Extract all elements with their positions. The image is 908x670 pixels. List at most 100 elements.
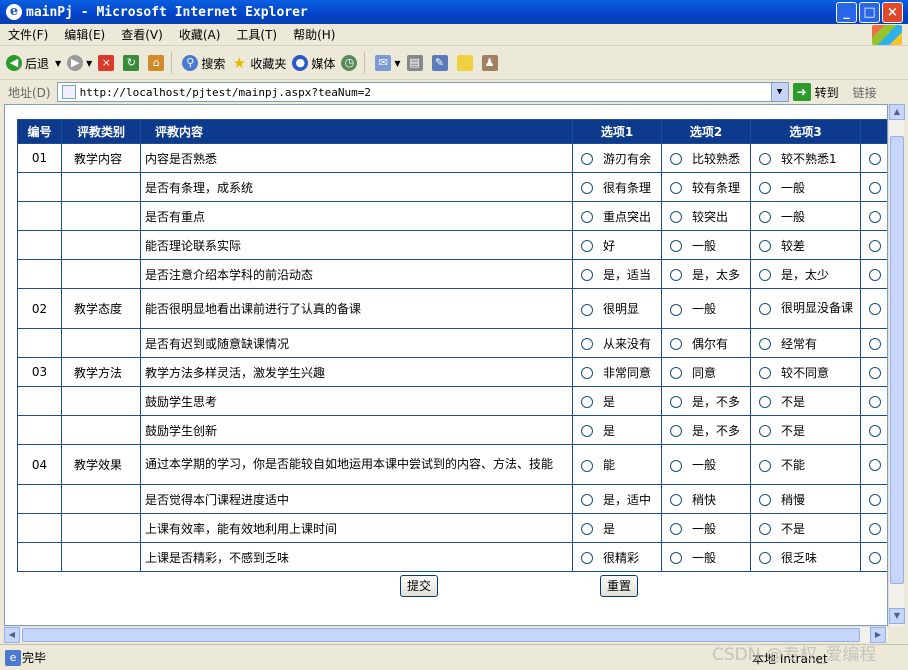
radio-button[interactable] [670, 240, 682, 252]
option-cell: 一般 [750, 172, 861, 202]
option-label: 是 [603, 423, 616, 438]
go-button[interactable]: ➜ 转到 [792, 83, 839, 101]
radio-button[interactable] [759, 459, 771, 472]
radio-button[interactable] [869, 493, 881, 506]
radio-button[interactable] [581, 269, 593, 281]
history-button[interactable]: ◷ [341, 55, 360, 71]
radio-button[interactable] [581, 459, 593, 472]
back-arrow-icon: ◀ [6, 55, 22, 71]
minimize-button[interactable]: _ [836, 2, 857, 23]
stop-button[interactable]: × [98, 55, 117, 71]
radio-button[interactable] [759, 552, 771, 564]
radio-button[interactable] [759, 367, 771, 379]
discuss-button[interactable] [456, 55, 476, 71]
radio-button[interactable] [759, 211, 771, 223]
radio-button[interactable] [759, 338, 771, 350]
menu-view[interactable]: 查看(V) [113, 26, 171, 43]
radio-button[interactable] [869, 268, 881, 281]
radio-button[interactable] [670, 153, 682, 165]
radio-button[interactable] [581, 552, 593, 564]
radio-button[interactable] [581, 240, 593, 252]
radio-button[interactable] [759, 494, 771, 506]
radio-button[interactable] [759, 396, 771, 408]
radio-button[interactable] [869, 337, 881, 350]
media-button[interactable]: ● 媒体 [292, 55, 335, 72]
radio-button[interactable] [869, 424, 881, 437]
menu-favorites[interactable]: 收藏(A) [171, 26, 229, 43]
header-category: 评教类别 [61, 119, 141, 144]
forward-button[interactable]: ▶ ▼ [67, 55, 92, 71]
radio-button[interactable] [670, 494, 682, 506]
radio-button[interactable] [670, 523, 682, 535]
back-button[interactable]: ◀ 后退 ▼ [6, 55, 61, 72]
scroll-down-icon[interactable]: ▼ [889, 608, 905, 624]
radio-button[interactable] [581, 425, 593, 437]
menu-help[interactable]: 帮助(H) [285, 26, 343, 43]
favorites-button[interactable]: ★ 收藏夹 [231, 55, 287, 72]
radio-button[interactable] [759, 182, 771, 194]
radio-button[interactable] [670, 182, 682, 194]
radio-button[interactable] [670, 211, 682, 223]
option-label: 很有条理 [603, 180, 652, 195]
radio-button[interactable] [869, 395, 881, 408]
radio-button[interactable] [869, 210, 881, 223]
print-button[interactable]: ▤ [406, 55, 426, 71]
radio-button[interactable] [869, 152, 881, 165]
radio-button[interactable] [670, 367, 682, 379]
menu-tools[interactable]: 工具(T) [228, 26, 285, 43]
close-button[interactable]: × [882, 2, 903, 23]
reset-button[interactable]: 重置 [600, 575, 638, 597]
row-category: 教学效果 [61, 444, 141, 485]
maximize-button[interactable]: □ [859, 2, 880, 23]
radio-button[interactable] [581, 338, 593, 350]
radio-button[interactable] [869, 239, 881, 252]
radio-button[interactable] [581, 367, 593, 379]
scroll-left-icon[interactable]: ◀ [4, 627, 20, 643]
option-label: 是，不多 [692, 394, 741, 409]
radio-button[interactable] [581, 523, 593, 535]
radio-button[interactable] [869, 459, 881, 471]
radio-button[interactable] [869, 551, 881, 564]
radio-button[interactable] [759, 240, 771, 252]
messenger-button[interactable]: ♟ [481, 55, 501, 71]
address-input[interactable]: http://localhost/pjtest/mainpj.aspx?teaN… [56, 82, 789, 102]
address-dropdown-icon[interactable]: ▼ [770, 83, 788, 101]
row-number [17, 201, 62, 231]
radio-button[interactable] [581, 494, 593, 506]
radio-button[interactable] [670, 459, 682, 472]
vertical-scroll-thumb[interactable] [890, 136, 904, 584]
radio-button[interactable] [581, 396, 593, 408]
radio-button[interactable] [581, 182, 593, 194]
radio-button[interactable] [759, 425, 771, 437]
radio-button[interactable] [869, 303, 881, 315]
radio-button[interactable] [670, 552, 682, 564]
radio-button[interactable] [759, 153, 771, 165]
radio-button[interactable] [869, 181, 881, 194]
radio-button[interactable] [670, 425, 682, 437]
radio-button[interactable] [759, 269, 771, 281]
vertical-scrollbar[interactable]: ▲ ▼ [888, 104, 905, 626]
radio-button[interactable] [670, 396, 682, 408]
home-button[interactable]: ⌂ [148, 55, 167, 71]
radio-button[interactable] [670, 269, 682, 281]
scroll-up-icon[interactable]: ▲ [889, 104, 905, 120]
radio-button[interactable] [581, 211, 593, 223]
links-button[interactable]: 链接 [853, 84, 877, 101]
radio-button[interactable] [869, 366, 881, 379]
edit-button[interactable]: ✎ [431, 55, 451, 71]
option-cell [860, 484, 887, 514]
radio-button[interactable] [869, 522, 881, 535]
submit-button[interactable]: 提交 [400, 575, 438, 597]
refresh-button[interactable]: ↻ [123, 55, 142, 71]
watermark: CSDN @专权_爱编程 [712, 645, 877, 665]
mail-button[interactable]: ✉ ▼ [375, 55, 401, 71]
radio-button[interactable] [759, 523, 771, 535]
menu-edit[interactable]: 编辑(E) [56, 26, 113, 43]
radio-button[interactable] [670, 303, 682, 316]
radio-button[interactable] [581, 153, 593, 165]
radio-button[interactable] [670, 338, 682, 350]
search-button[interactable]: ⚲ 搜索 [182, 55, 225, 72]
radio-button[interactable] [759, 302, 771, 315]
radio-button[interactable] [581, 303, 593, 316]
menu-file[interactable]: 文件(F) [0, 26, 56, 43]
